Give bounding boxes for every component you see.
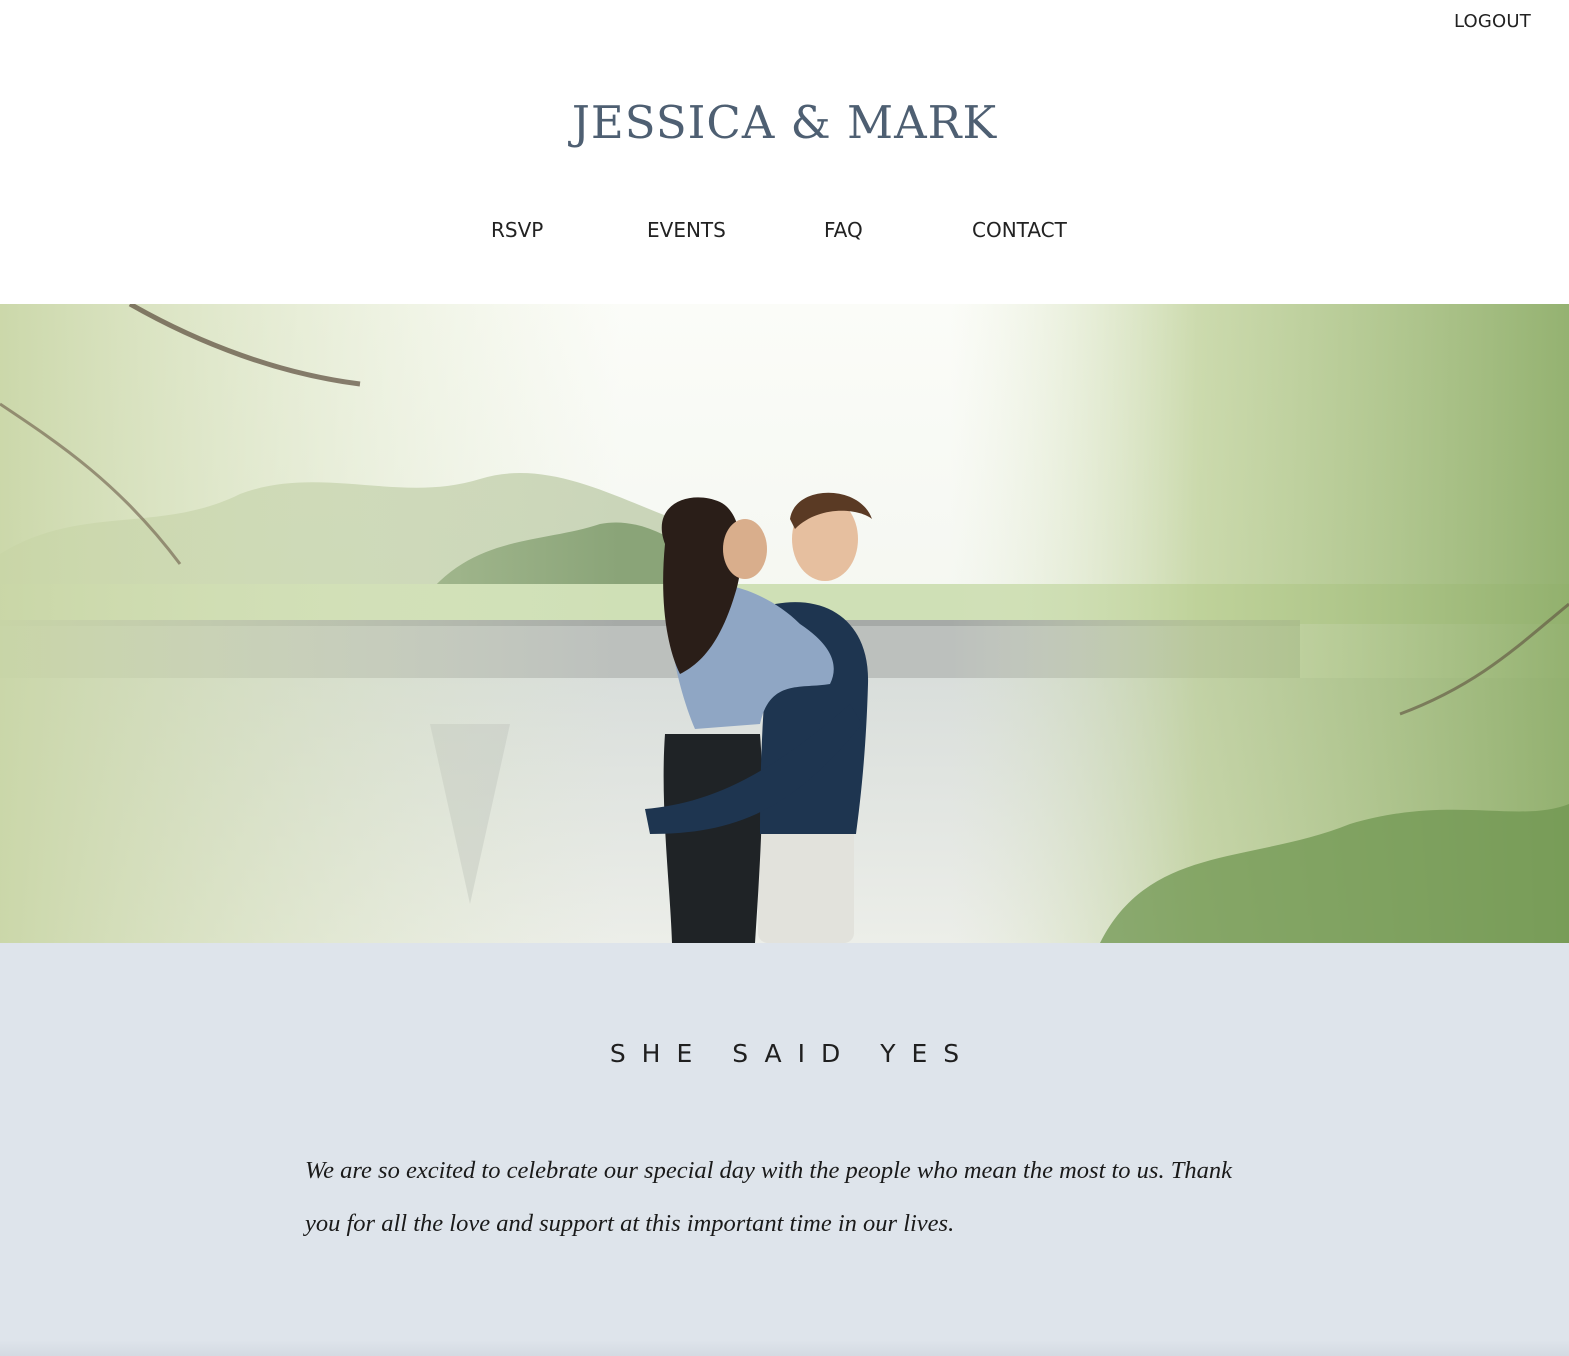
page: LOGOUT JESSICA & MARK RSVP EVENTS FAQ CO… [0,0,1569,1356]
nav-item-faq[interactable]: FAQ [824,218,863,242]
hero-photo-illustration [0,304,1569,943]
logout-link[interactable]: LOGOUT [1454,11,1531,32]
main-nav: RSVP EVENTS FAQ CONTACT [0,218,1569,248]
hero-photo [0,304,1569,943]
story-heading: SHE SAID YES [609,1039,976,1068]
bottom-fade [0,1340,1569,1356]
nav-item-events[interactable]: EVENTS [647,218,726,242]
site-title[interactable]: JESSICA & MARK [0,96,1569,149]
story-text: We are so excited to celebrate our speci… [305,1157,1232,1237]
nav-item-contact[interactable]: CONTACT [972,218,1067,242]
nav-item-rsvp[interactable]: RSVP [491,218,543,242]
story-section: SHE SAID YES We are so excited to celebr… [0,943,1569,1356]
